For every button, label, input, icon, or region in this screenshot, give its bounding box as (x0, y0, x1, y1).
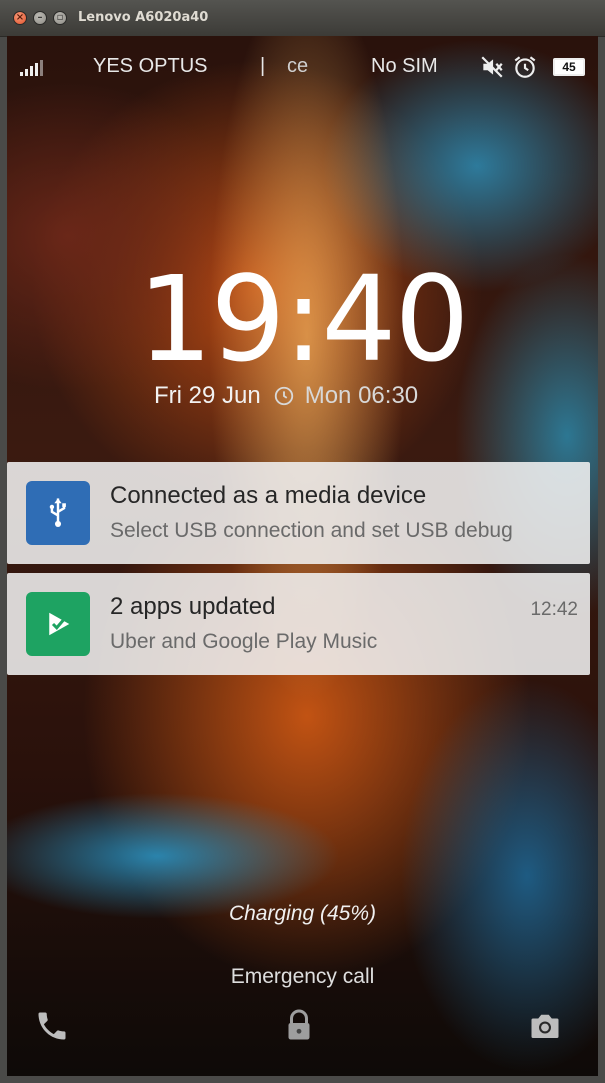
carrier-separator: | (260, 55, 266, 77)
notification-title: Connected as a media device (110, 482, 427, 509)
window-maximize-button[interactable]: ▫ (53, 11, 67, 25)
notification-title: 2 apps updated (110, 593, 276, 620)
notification-usb[interactable]: Connected as a media device Select USB c… (7, 462, 590, 564)
next-alarm-time: Mon 06:30 (304, 382, 419, 409)
mute-icon (481, 56, 503, 78)
window-close-button[interactable]: × (13, 11, 27, 25)
camera-icon[interactable] (527, 1008, 563, 1044)
sim-status: No SIM (371, 55, 438, 77)
next-alarm: Mon 06:30 (273, 382, 418, 410)
signal-icon (20, 60, 46, 76)
window-title: Lenovo A6020a40 (78, 10, 209, 25)
window-titlebar: × – ▫ Lenovo A6020a40 (0, 0, 605, 37)
status-bar: YES OPTUS | ce No SIM 45 (7, 36, 598, 98)
charging-status: Charging (45%) (228, 902, 377, 925)
clock-icon (274, 386, 293, 406)
notification-time: 12:42 (530, 599, 578, 620)
lockscreen-date: Fri 29 Jun (154, 382, 261, 409)
lockscreen-clock: 19:40 (137, 250, 469, 388)
notification-body: Uber and Google Play Music (110, 630, 378, 653)
alarm-icon (514, 56, 536, 78)
usb-icon (26, 481, 90, 545)
battery-icon: 45 (553, 58, 585, 76)
play-store-update-icon (26, 592, 90, 656)
phone-icon[interactable] (34, 1008, 70, 1044)
date-line: Fri 29 Jun Mon 06:30 (154, 382, 418, 410)
carrier-name: YES OPTUS (93, 55, 208, 77)
notification-apps-updated[interactable]: 2 apps updated Uber and Google Play Musi… (7, 573, 590, 675)
carrier-name-secondary: ce (287, 55, 309, 77)
lock-icon[interactable] (281, 1008, 317, 1044)
notification-body: Select USB connection and set USB debug (110, 519, 513, 542)
window-minimize-button[interactable]: – (33, 11, 47, 25)
emergency-call-button[interactable]: Emergency call (7, 965, 598, 989)
phone-screen: YES OPTUS | ce No SIM 45 19:40 Fri 29 Ju… (7, 36, 598, 1076)
